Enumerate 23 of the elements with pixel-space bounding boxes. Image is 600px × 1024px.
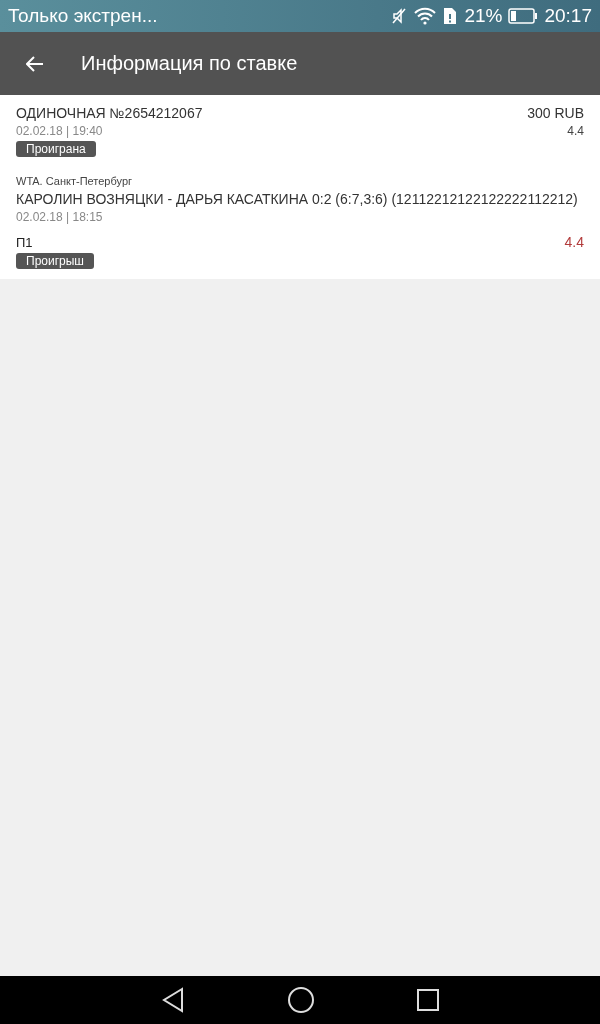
back-icon[interactable] [161,987,185,1013]
bet-datetime: 02.02.18 | 19:40 [16,124,103,138]
bet-odds: 4.4 [567,124,584,138]
event-datetime: 02.02.18 | 18:15 [16,210,104,224]
recents-icon[interactable] [417,989,439,1011]
home-icon[interactable] [287,986,315,1014]
status-badge: Проиграна [16,141,96,157]
result-badge: Проигрыш [16,253,94,269]
battery-icon [508,8,539,24]
match-name: КАРОЛИН ВОЗНЯЦКИ - ДАРЬЯ КАСАТКИНА 0:2 (6:7,3:6) (12112212122122222112212) [16,191,579,207]
clock: 20:17 [544,5,592,27]
league-name: WTA. Санкт-Петербург [16,175,133,187]
wifi-icon [414,7,437,25]
pick-label: П1 [16,235,33,250]
sim-icon [442,7,459,25]
event-odds: 4.4 [564,234,584,250]
battery-percent: 21% [464,5,503,27]
screen-title: Информация по ставке [81,52,298,75]
mute-icon [390,7,409,25]
back-arrow-icon[interactable] [26,55,44,72]
bet-title: ОДИНОЧНАЯ №2654212067 [16,105,203,121]
bet-amount: 300 RUB [527,105,584,121]
notification-text: Только экстрен... [8,5,158,27]
